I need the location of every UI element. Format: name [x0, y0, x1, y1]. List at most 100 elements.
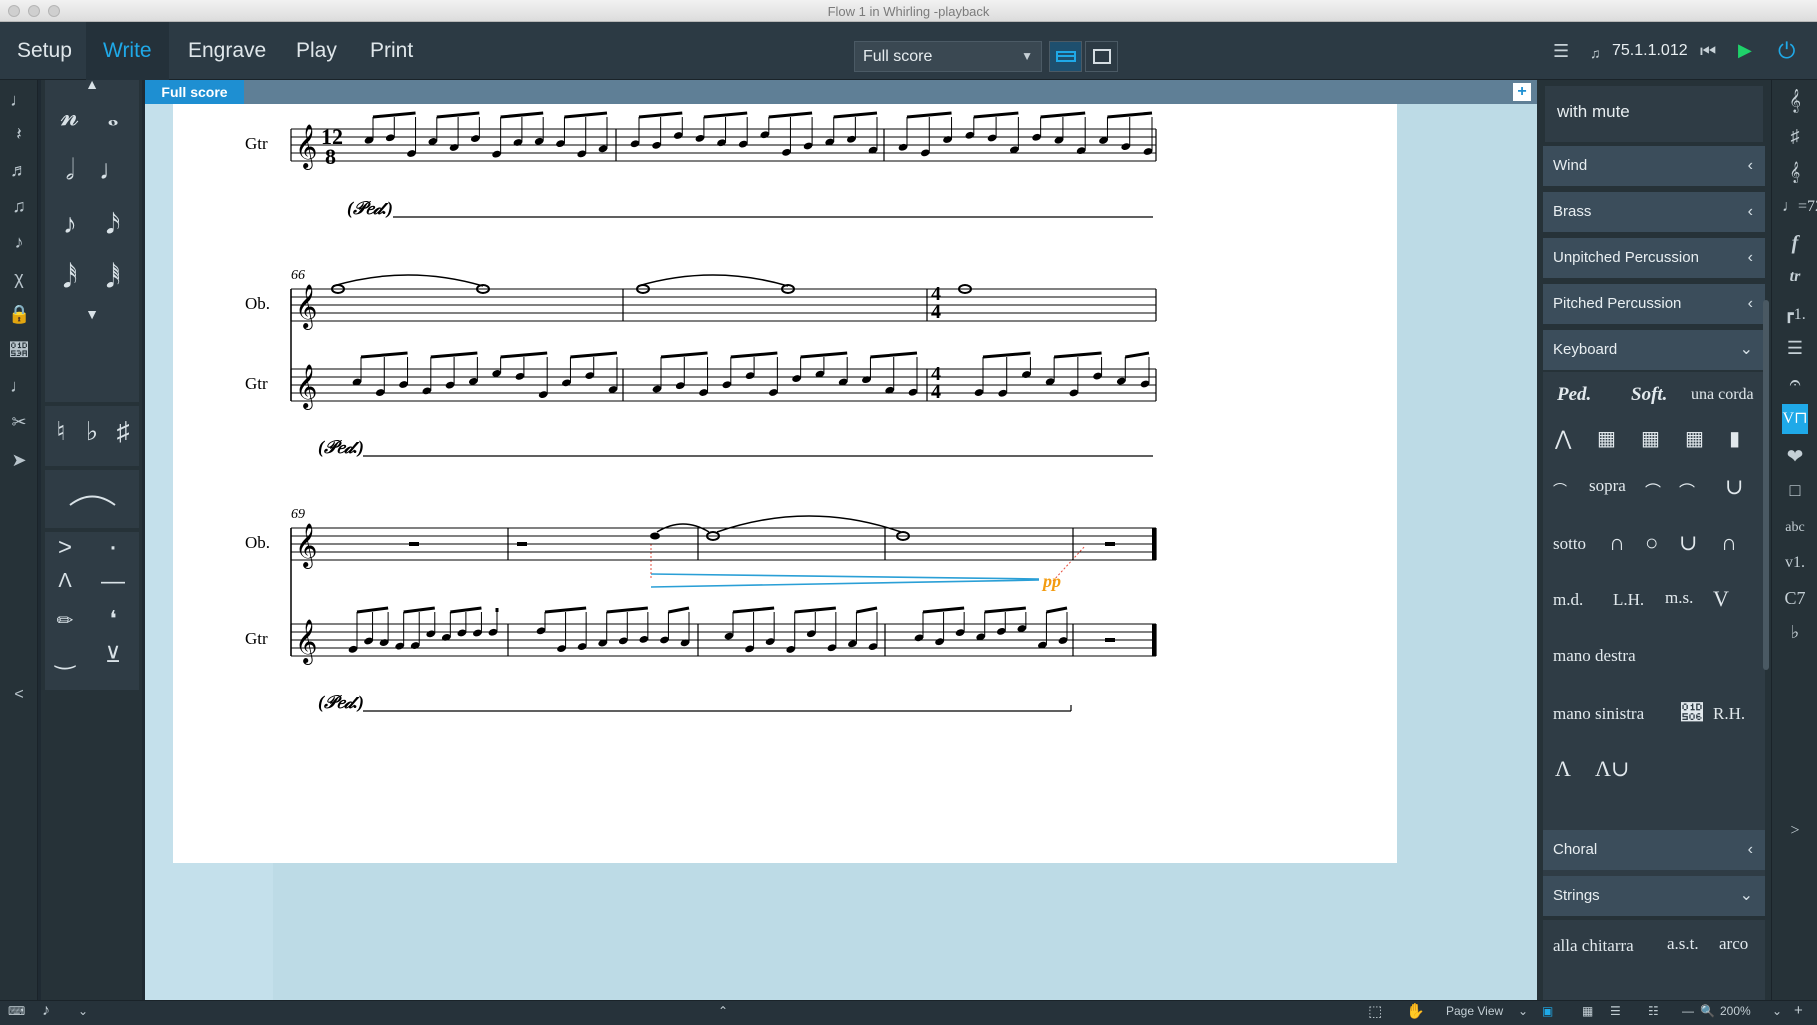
- una-corda-button[interactable]: una corda: [1691, 386, 1754, 404]
- sixteenth-note-icon[interactable]: 𝅘𝅥𝅯: [93, 208, 133, 241]
- keyboard-icon[interactable]: ⌨: [8, 1004, 25, 1018]
- lambda-icon[interactable]: Λ: [1555, 756, 1571, 782]
- rh-button[interactable]: R.H.: [1713, 704, 1745, 724]
- rest-icon[interactable]: 𝄽: [8, 124, 30, 145]
- md-button[interactable]: m.d.: [1553, 590, 1583, 610]
- ms-button[interactable]: m.s.: [1665, 588, 1693, 608]
- horizontal-view-icon[interactable]: ☰: [1610, 1004, 1621, 1018]
- hand-over-icon[interactable]: ⌒: [1553, 480, 1567, 500]
- note-icon[interactable]: ♪: [42, 1002, 50, 1020]
- accent-icon[interactable]: >: [45, 534, 85, 562]
- section-unpitched-percussion[interactable]: Unpitched Percussion ‹: [1543, 238, 1765, 278]
- zoom-level[interactable]: 200%: [1720, 1004, 1751, 1018]
- insert-icon[interactable]: ♩: [8, 376, 30, 397]
- vertical-view-icon[interactable]: ☷: [1648, 1004, 1659, 1018]
- ear-icon[interactable]: ❤: [1782, 444, 1808, 469]
- layout-selector[interactable]: Full score ▼: [854, 41, 1042, 72]
- play-icon[interactable]: ▶: [1738, 40, 1752, 61]
- collapse-left-icon[interactable]: <: [8, 686, 30, 704]
- collapse-right-icon[interactable]: >: [1782, 822, 1808, 840]
- unstress-icon[interactable]: ‿: [45, 642, 85, 671]
- section-strings[interactable]: Strings ⌄: [1543, 876, 1765, 916]
- verse-icon[interactable]: v1.: [1782, 554, 1808, 572]
- whole-note-icon[interactable]: 𝅝: [93, 100, 133, 133]
- lh-button[interactable]: L.H.: [1613, 590, 1644, 610]
- quarter-pedal-icon[interactable]: ▦: [1597, 426, 1616, 451]
- scroll-up-icon[interactable]: ▲: [72, 76, 112, 92]
- cup-icon[interactable]: ∪: [1725, 474, 1743, 500]
- pedal-retake-icon[interactable]: ⋀: [1555, 426, 1571, 451]
- mano-sinistra-button[interactable]: mano sinistra: [1553, 704, 1644, 724]
- key-signature-icon[interactable]: ♯: [1782, 126, 1808, 147]
- pedal-button[interactable]: Ped.: [1557, 384, 1591, 406]
- spread-view-icon[interactable]: ▣: [1542, 1004, 1553, 1018]
- zoom-in-icon[interactable]: +: [1794, 1002, 1803, 1019]
- chevron-down-icon[interactable]: ⌄: [1772, 1004, 1782, 1018]
- hand-arc-wide-icon[interactable]: ⌒: [1679, 478, 1695, 502]
- breve-icon[interactable]: 𝓷: [50, 100, 90, 133]
- panel-item-with-mute[interactable]: with mute: [1545, 86, 1763, 142]
- stress-icon[interactable]: ❛: [93, 606, 133, 632]
- mode-print[interactable]: Print: [353, 22, 430, 80]
- clef-icon[interactable]: 𝄞: [1782, 90, 1808, 113]
- tempo-icon[interactable]: ♩=72: [1782, 198, 1817, 216]
- ast-button[interactable]: a.s.t.: [1667, 934, 1699, 954]
- arco-button[interactable]: arco: [1719, 934, 1748, 954]
- section-wind[interactable]: Wind ‹: [1543, 146, 1765, 186]
- section-pitched-percussion[interactable]: Pitched Percussion ‹: [1543, 284, 1765, 324]
- sotto-button[interactable]: sotto: [1553, 534, 1586, 554]
- ornaments-icon[interactable]: tr: [1782, 268, 1808, 286]
- dynamics-icon[interactable]: f: [1782, 232, 1808, 255]
- three-quarter-pedal-icon[interactable]: ▦: [1685, 426, 1704, 451]
- grid-view-icon[interactable]: ▦: [1582, 1004, 1593, 1018]
- select-icon[interactable]: ➤: [8, 450, 30, 471]
- full-pedal-icon[interactable]: ▮: [1729, 426, 1740, 451]
- half-pedal-icon[interactable]: ▦: [1641, 426, 1660, 451]
- chevron-up-icon[interactable]: ⌃: [718, 1004, 728, 1018]
- slash-icon[interactable]: ♬: [8, 160, 30, 181]
- hand-arc-icon[interactable]: ⌒: [1645, 478, 1661, 502]
- panel-scrollbar[interactable]: [1763, 300, 1769, 670]
- circle-icon[interactable]: ○: [1645, 530, 1658, 556]
- scissors-icon[interactable]: ✂: [8, 412, 30, 433]
- sharp-icon[interactable]: ♯: [103, 416, 143, 447]
- quarter-note-icon[interactable]: ♩: [93, 154, 133, 186]
- repeat-endings-icon[interactable]: ┏1.: [1782, 304, 1808, 324]
- mode-write[interactable]: Write: [86, 22, 169, 80]
- time-signature-icon[interactable]: 𝄞: [1782, 162, 1808, 183]
- note-input-icon[interactable]: ♩: [8, 90, 30, 111]
- chevron-down-icon[interactable]: ⌄: [78, 1004, 88, 1018]
- staccatissimo-icon[interactable]: ✏: [45, 608, 85, 633]
- voice-icon[interactable]: 𝔺: [8, 340, 30, 361]
- thirty-second-note-icon[interactable]: 𝅘𝅥𝅰: [50, 262, 90, 295]
- staccato-icon[interactable]: ·: [93, 530, 133, 564]
- slur-icon[interactable]: [45, 470, 139, 528]
- cup-lambda-icon[interactable]: ∪: [1679, 530, 1697, 556]
- page-view-button[interactable]: [1085, 41, 1118, 72]
- mode-engrave[interactable]: Engrave: [171, 22, 283, 80]
- v-icon[interactable]: V: [1713, 586, 1729, 612]
- section-keyboard[interactable]: Keyboard ⌄: [1543, 330, 1765, 370]
- selection-tool-icon[interactable]: ⬚: [1368, 1002, 1382, 1020]
- score-page[interactable]: Gtr 12 8 (𝒫𝑒𝒹.) 66 Ob. Gtr 4 4 4 4 (𝒫𝑒𝒹.…: [173, 104, 1397, 863]
- zoom-out-icon[interactable]: —: [1682, 1004, 1694, 1018]
- soft-pedal-button[interactable]: Soft.: [1631, 384, 1667, 406]
- fermata-icon[interactable]: 𝄐: [1782, 372, 1808, 395]
- chord-symbol-icon[interactable]: C7: [1782, 588, 1808, 609]
- tab-full-score[interactable]: Full score: [145, 80, 244, 104]
- lambda-cup-icon[interactable]: Λ∪: [1595, 756, 1629, 782]
- zoom-icon[interactable]: 🔍: [1700, 1004, 1715, 1018]
- power-icon[interactable]: ⏻: [1778, 38, 1795, 64]
- tuplet-icon[interactable]: ♫: [8, 196, 30, 217]
- alla-chitarra-button[interactable]: alla chitarra: [1553, 936, 1634, 956]
- tenuto-icon[interactable]: —: [93, 568, 133, 596]
- marcato-icon[interactable]: Λ: [45, 570, 85, 593]
- grace-note-icon[interactable]: ♪: [8, 232, 30, 253]
- click-icon[interactable]: ♫: [1590, 45, 1601, 61]
- score-canvas[interactable]: Gtr 12 8 (𝒫𝑒𝒹.) 66 Ob. Gtr 4 4 4 4 (𝒫𝑒𝒹.…: [173, 104, 1397, 863]
- tremolo-icon[interactable]: ☰: [1782, 338, 1808, 359]
- chord-icon[interactable]: χ: [8, 268, 30, 289]
- clef-icon[interactable]: 𝔆: [1681, 700, 1703, 726]
- mode-play[interactable]: Play: [279, 22, 354, 80]
- galley-view-button[interactable]: [1049, 41, 1082, 72]
